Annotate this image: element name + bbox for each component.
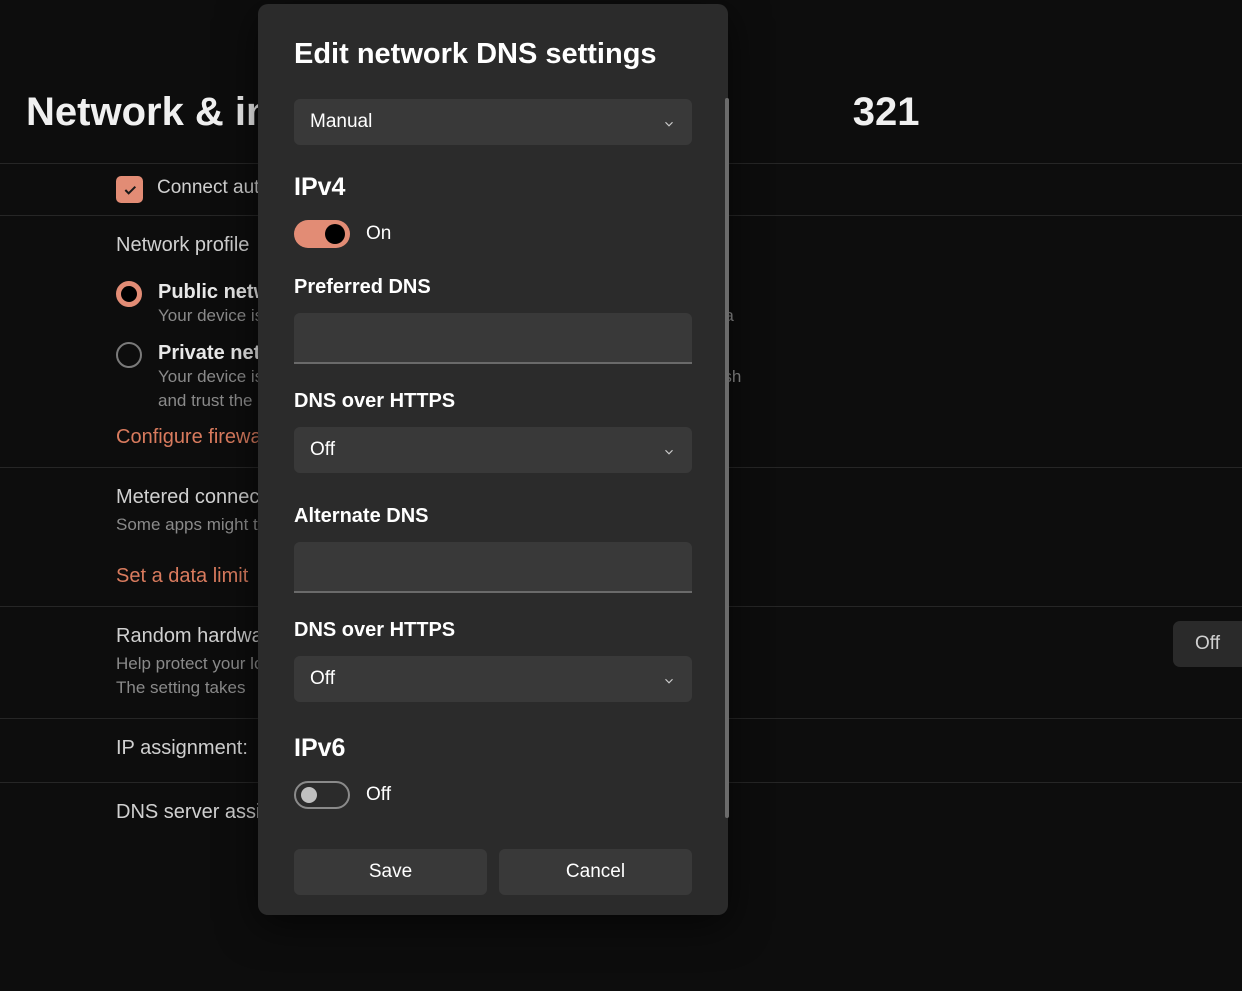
ipv6-heading: IPv6 bbox=[294, 734, 692, 763]
private-network-radio[interactable] bbox=[116, 342, 142, 368]
save-button[interactable]: Save bbox=[294, 849, 487, 895]
doh-preferred-dropdown[interactable]: Off bbox=[294, 427, 692, 473]
ipv6-toggle-label: Off bbox=[366, 784, 391, 806]
public-network-radio[interactable] bbox=[116, 281, 142, 307]
doh-alternate-dropdown[interactable]: Off bbox=[294, 656, 692, 702]
dns-mode-value: Manual bbox=[310, 111, 372, 133]
cancel-button[interactable]: Cancel bbox=[499, 849, 692, 895]
ipv6-toggle[interactable] bbox=[294, 781, 350, 809]
chevron-down-icon bbox=[662, 443, 676, 457]
scrollbar-thumb[interactable] bbox=[725, 98, 729, 818]
preferred-dns-label: Preferred DNS bbox=[294, 276, 692, 299]
dialog-scrollbar[interactable] bbox=[722, 8, 732, 828]
ipv4-toggle-label: On bbox=[366, 223, 391, 245]
chevron-down-icon bbox=[662, 672, 676, 686]
doh-alternate-value: Off bbox=[310, 668, 335, 690]
ipv4-heading: IPv4 bbox=[294, 173, 692, 202]
doh-alternate-label: DNS over HTTPS bbox=[294, 619, 692, 642]
alternate-dns-label: Alternate DNS bbox=[294, 505, 692, 528]
dns-mode-dropdown[interactable]: Manual bbox=[294, 99, 692, 145]
doh-preferred-value: Off bbox=[310, 439, 335, 461]
preferred-dns-input[interactable] bbox=[294, 313, 692, 364]
alternate-dns-input[interactable] bbox=[294, 542, 692, 593]
connect-auto-checkbox[interactable] bbox=[116, 176, 143, 203]
edit-dns-dialog: Edit network DNS settings Manual IPv4 On… bbox=[258, 4, 728, 915]
dialog-title: Edit network DNS settings bbox=[294, 38, 692, 71]
chevron-down-icon bbox=[662, 115, 676, 129]
ipv4-toggle[interactable] bbox=[294, 220, 350, 248]
doh-preferred-label: DNS over HTTPS bbox=[294, 390, 692, 413]
random-hw-toggle-button[interactable]: Off bbox=[1173, 621, 1242, 667]
check-icon bbox=[122, 182, 138, 198]
